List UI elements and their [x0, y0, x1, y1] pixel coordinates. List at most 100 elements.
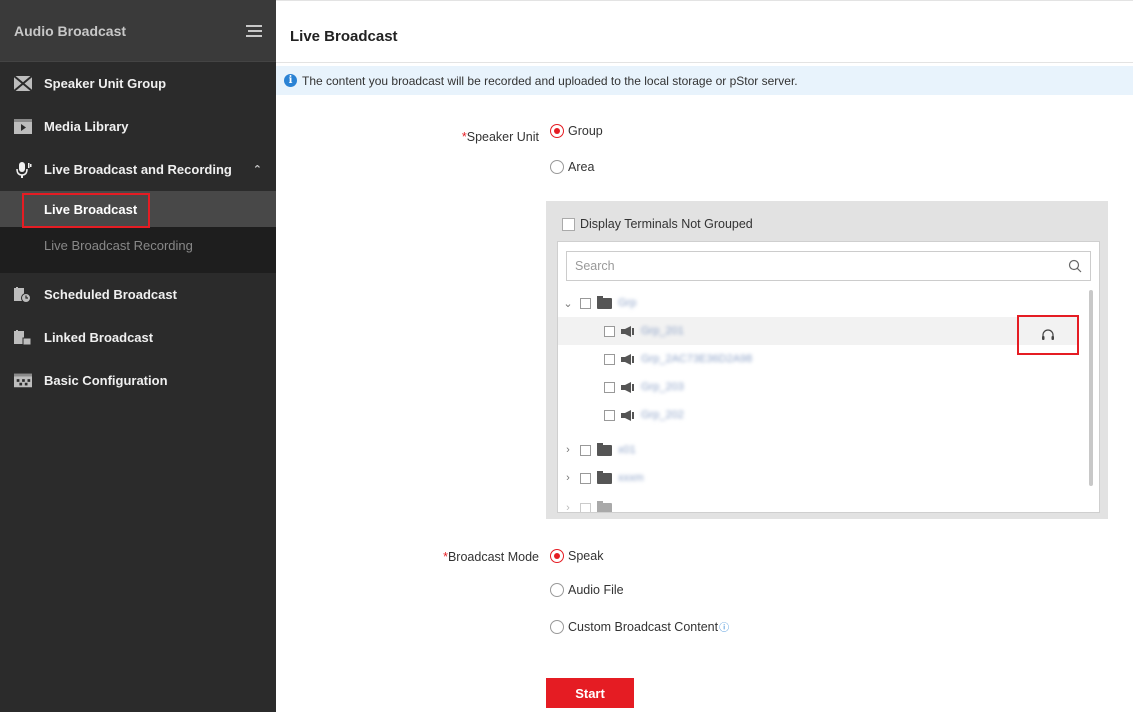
search-icon[interactable] — [1068, 259, 1082, 273]
tree-node-label: Grp — [618, 297, 637, 309]
chevron-right-icon: › — [566, 502, 570, 513]
folder-icon — [597, 295, 612, 309]
notice-banner: i The content you broadcast will be reco… — [276, 66, 1133, 95]
radio-broadcast-audio-file[interactable]: Audio File — [550, 583, 624, 597]
radio-broadcast-speak[interactable]: Speak — [550, 549, 603, 563]
sidebar-item-label: Scheduled Broadcast — [44, 287, 177, 302]
sidebar-item-label: Live Broadcast and Recording — [44, 162, 232, 177]
radio-label: Speak — [568, 549, 604, 563]
radio-label: Audio File — [568, 583, 624, 597]
tree-checkbox[interactable] — [604, 325, 615, 337]
page-title: Live Broadcast — [290, 28, 398, 45]
sidebar-item-label: Media Library — [44, 119, 129, 134]
media-library-icon — [14, 119, 32, 135]
tree-node-label: Grp_202 — [641, 409, 684, 421]
tree-row-partial: › — [558, 494, 1078, 513]
notice-text: The content you broadcast will be record… — [302, 73, 798, 88]
sidebar-item-linked-broadcast[interactable]: Linked Broadcast — [0, 316, 276, 359]
radio-broadcast-custom-content[interactable]: Custom Broadcast Content ⓘ — [550, 619, 729, 634]
tree-node-label: Grp_201 — [641, 325, 684, 337]
highlight-box — [22, 193, 150, 228]
start-button[interactable]: Start — [546, 678, 634, 708]
tree-node-label: x01 — [618, 444, 636, 456]
folder-icon — [597, 500, 612, 512]
tree-row-speaker[interactable]: Grp_203 — [558, 373, 1078, 401]
radio-unchecked-icon — [550, 160, 564, 174]
broadcast-mode-label: *Broadcast Mode — [426, 550, 539, 564]
sidebar-item-speaker-unit-group[interactable]: Speaker Unit Group — [0, 62, 276, 105]
chevron-right-icon[interactable]: › — [562, 472, 574, 484]
sidebar: Audio Broadcast Speaker Unit Group Media… — [0, 0, 276, 712]
sidebar-item-live-broadcast-and-recording[interactable]: Live Broadcast and Recording ⌃ — [0, 148, 276, 191]
app-title: Audio Broadcast — [14, 22, 127, 39]
tree-row-speaker[interactable]: Grp_202 — [558, 401, 1078, 429]
tree-checkbox[interactable] — [580, 472, 591, 484]
tree-checkbox[interactable] — [580, 297, 591, 309]
main-content: Live Broadcast i The content you broadca… — [276, 0, 1133, 712]
tree-checkbox — [580, 502, 591, 512]
terminal-panel: Display Terminals Not Grouped Search ⌄ G… — [546, 201, 1108, 519]
tree-row-group[interactable]: › x01 — [558, 436, 1078, 464]
radio-unchecked-icon — [550, 583, 564, 597]
speaker-unit-label-text: Speaker Unit — [466, 130, 539, 144]
tree-row-speaker[interactable]: Grp_2AC73E36D2A98 — [558, 345, 1078, 373]
speaker-unit-label: *Speaker Unit — [454, 130, 539, 144]
sidebar-subitem-live-broadcast[interactable]: Live Broadcast — [0, 191, 276, 228]
chevron-right-icon[interactable]: › — [562, 444, 574, 456]
radio-label: Group — [568, 124, 603, 138]
display-not-grouped-checkbox[interactable]: Display Terminals Not Grouped — [562, 217, 753, 231]
tree-checkbox[interactable] — [604, 381, 615, 393]
radio-speaker-unit-group[interactable]: Group — [550, 124, 603, 138]
basic-configuration-icon — [14, 373, 32, 389]
speaker-icon — [621, 409, 634, 421]
sidebar-item-basic-configuration[interactable]: Basic Configuration — [0, 359, 276, 402]
scheduled-broadcast-icon — [14, 286, 32, 303]
tree-node-label: Grp_203 — [641, 381, 684, 393]
tree-node-label: xxxm — [618, 472, 644, 484]
collapse-menu-icon[interactable] — [244, 24, 262, 38]
tree-row-speaker[interactable]: Grp_201 — [558, 317, 1078, 345]
tree-node-label: Grp_2AC73E36D2A98 — [641, 353, 753, 365]
checkbox-icon — [562, 217, 575, 231]
search-placeholder: Search — [575, 259, 615, 273]
divider — [276, 62, 1133, 63]
tree-scrollbar[interactable] — [1089, 290, 1093, 486]
terminal-tree: Search ⌄ Grp Grp_201 Grp_2AC73E36D2A98 G… — [557, 241, 1100, 513]
chevron-down-icon[interactable]: ⌄ — [562, 297, 574, 310]
tree-checkbox[interactable] — [604, 409, 615, 421]
checkbox-label: Display Terminals Not Grouped — [580, 217, 753, 231]
folder-icon — [597, 442, 612, 456]
sidebar-item-media-library[interactable]: Media Library — [0, 105, 276, 148]
folder-icon — [597, 470, 612, 484]
radio-checked-icon — [550, 124, 564, 138]
tree-row-group[interactable]: › xxxm — [558, 464, 1078, 492]
sidebar-item-label: Speaker Unit Group — [44, 76, 167, 91]
chevron-up-icon: ⌃ — [252, 164, 262, 176]
headset-highlight[interactable] — [1017, 315, 1079, 355]
sidebar-item-label: Basic Configuration — [44, 373, 168, 388]
tree-row-group[interactable]: ⌄ Grp — [558, 289, 1078, 317]
help-info-icon[interactable]: ⓘ — [719, 619, 729, 634]
sidebar-subitem-live-broadcast-recording[interactable]: Live Broadcast Recording — [0, 227, 276, 263]
radio-checked-icon — [550, 549, 564, 563]
radio-label: Area — [568, 160, 595, 174]
microphone-icon — [14, 161, 32, 178]
linked-broadcast-icon — [14, 329, 32, 346]
sidebar-item-label: Linked Broadcast — [44, 330, 154, 345]
speaker-icon — [621, 353, 634, 365]
sidebar-item-scheduled-broadcast[interactable]: Scheduled Broadcast — [0, 273, 276, 316]
headset-icon[interactable] — [1040, 327, 1056, 343]
radio-speaker-unit-area[interactable]: Area — [550, 160, 594, 174]
search-input[interactable]: Search — [566, 251, 1091, 281]
tree-checkbox[interactable] — [604, 353, 615, 365]
radio-unchecked-icon — [550, 619, 564, 634]
speaker-group-icon — [14, 76, 32, 92]
speaker-icon — [621, 325, 634, 337]
tree-checkbox[interactable] — [580, 444, 591, 456]
sidebar-subitem-label: Live Broadcast Recording — [44, 237, 193, 253]
info-icon: i — [284, 74, 297, 87]
broadcast-mode-label-text: Broadcast Mode — [447, 550, 539, 564]
sub-menu-live-broadcast: Live Broadcast Live Broadcast Recording — [0, 191, 276, 273]
sidebar-header: Audio Broadcast — [0, 0, 276, 62]
speaker-icon — [621, 381, 634, 393]
